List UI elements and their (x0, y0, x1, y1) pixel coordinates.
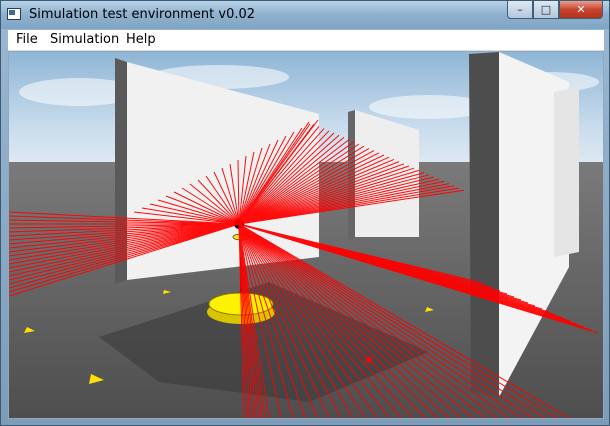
menu-bar: File Simulation Help (8, 30, 604, 51)
menu-file[interactable]: File (16, 32, 38, 47)
target-marker (366, 357, 372, 363)
app-window: Simulation test environment v0.02 – □ ✕ … (0, 0, 610, 426)
app-icon (7, 8, 21, 20)
maximize-button[interactable]: □ (533, 1, 559, 19)
window-controls: – □ ✕ (507, 1, 603, 21)
menu-help[interactable]: Help (126, 32, 156, 47)
window-title: Simulation test environment v0.02 (29, 7, 256, 22)
menu-simulation[interactable]: Simulation (50, 32, 119, 47)
simulation-viewport[interactable] (8, 51, 604, 419)
close-button[interactable]: ✕ (559, 1, 603, 19)
minimize-button[interactable]: – (507, 1, 533, 19)
simulation-3d-scene[interactable] (9, 52, 603, 418)
right-wall-side (469, 52, 499, 397)
far-wall (554, 87, 579, 257)
title-bar[interactable]: Simulation test environment v0.02 – □ ✕ (1, 1, 609, 29)
